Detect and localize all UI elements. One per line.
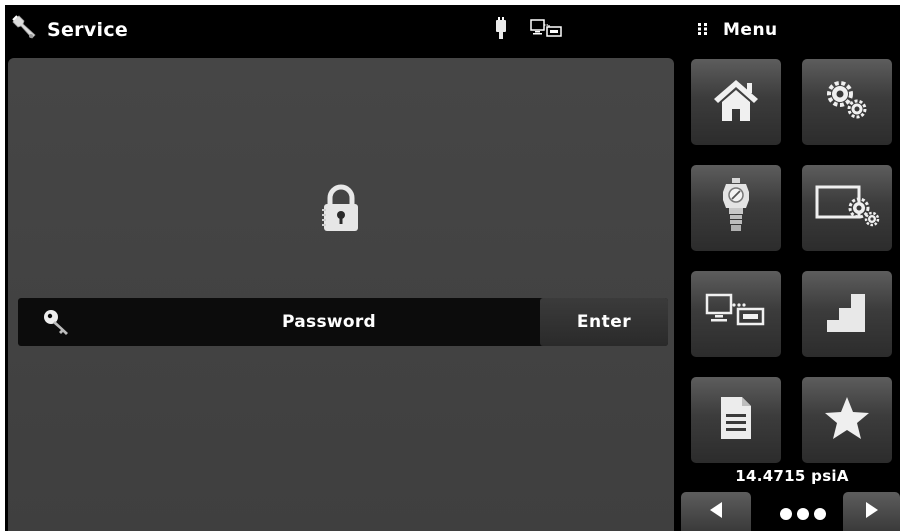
pressure-reading: 14.4715 psiA — [735, 467, 849, 485]
menu-label: Menu — [723, 20, 778, 40]
favorites-button[interactable] — [802, 377, 892, 463]
remote-connection-icon — [704, 292, 768, 336]
device-frame: Service Menu Password Enter 14.4715 psiA — [5, 5, 900, 531]
home-button[interactable] — [691, 59, 781, 145]
display-settings-icon — [814, 181, 880, 235]
right-arrow-icon — [864, 500, 880, 524]
sensor-button[interactable] — [691, 165, 781, 251]
status-icons — [494, 5, 564, 55]
header-title-area: Service — [5, 5, 255, 55]
wrench-icon — [11, 14, 39, 46]
display-settings-button[interactable] — [802, 165, 892, 251]
documents-button[interactable] — [691, 377, 781, 463]
remote-connection-button[interactable] — [691, 271, 781, 357]
settings-button[interactable] — [802, 59, 892, 145]
lock-icon — [320, 183, 362, 237]
page-dot — [814, 508, 826, 520]
sensor-icon — [721, 178, 751, 238]
network-icon — [530, 18, 564, 42]
step-chart-button[interactable] — [802, 271, 892, 357]
gears-icon — [822, 77, 872, 127]
enter-button[interactable]: Enter — [540, 298, 668, 346]
previous-page-button[interactable] — [681, 492, 751, 531]
screen: Service Menu Password Enter 14.4715 psiA — [0, 0, 901, 531]
menu-header[interactable]: Menu — [697, 5, 778, 55]
page-dot — [797, 508, 809, 520]
page-dots-button[interactable] — [771, 502, 835, 526]
home-icon — [711, 77, 761, 127]
grid-dots-icon — [697, 21, 709, 40]
main-panel: Password Enter — [8, 58, 674, 531]
password-field[interactable]: Password — [18, 298, 540, 346]
document-icon — [718, 394, 754, 446]
page-title: Service — [47, 19, 129, 41]
usb-icon — [494, 16, 508, 44]
step-chart-icon — [825, 290, 869, 338]
next-page-button[interactable] — [843, 492, 900, 531]
star-icon — [823, 395, 871, 445]
password-row: Password Enter — [18, 298, 668, 346]
page-dot — [780, 508, 792, 520]
left-arrow-icon — [708, 500, 724, 524]
